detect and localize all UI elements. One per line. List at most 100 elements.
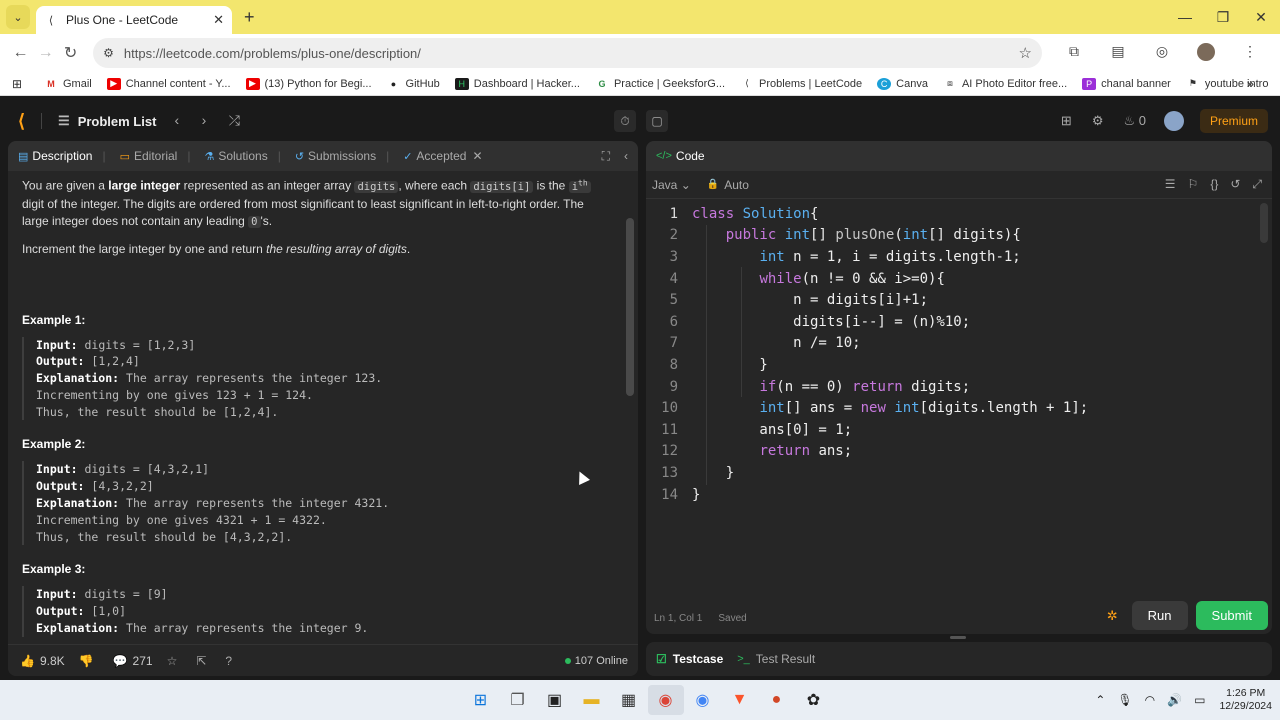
format-icon[interactable]: ☰	[1165, 177, 1176, 192]
code-line[interactable]: 6 digits[i--] = (n)%10;	[646, 311, 1272, 333]
more-menu-icon[interactable]: ⋮	[1228, 43, 1272, 64]
prev-problem-icon[interactable]: ‹	[174, 112, 179, 128]
autocomplete-toggle[interactable]: 🔒 Auto	[707, 178, 749, 192]
leetcode-logo-icon[interactable]: ⟨	[18, 111, 25, 132]
code-editor[interactable]: 1 class Solution{2 public int[] plusOne(i…	[646, 203, 1272, 583]
code-line[interactable]: 10 int[] ans = new int[digits.length + 1…	[646, 397, 1272, 419]
timer-icon[interactable]: ⏱	[614, 110, 636, 132]
bookmark-youtube-intro[interactable]: ⚑ youtube intro	[1186, 78, 1269, 90]
code-line[interactable]: 12 return ans;	[646, 441, 1272, 463]
code-line[interactable]: 9 if(n == 0) return digits;	[646, 376, 1272, 398]
code-line[interactable]: 13 }	[646, 462, 1272, 484]
reset-icon[interactable]: ↺	[1230, 177, 1240, 192]
performance-icon[interactable]: ◎	[1140, 43, 1184, 64]
tab-test-result[interactable]: >_ Test Result	[737, 652, 815, 666]
bookmark-hackerrank[interactable]: H Dashboard | Hacker...	[454, 77, 580, 90]
code-line[interactable]: 11 ans[0] = 1;	[646, 419, 1272, 441]
tab-accepted[interactable]: ✓ Accepted ✕	[403, 149, 482, 163]
more-bookmarks-icon[interactable]: »	[1247, 76, 1254, 91]
shuffle-icon[interactable]: ⤮	[229, 112, 240, 128]
bookmark-star-icon[interactable]: ☆	[1019, 44, 1032, 62]
close-tab-icon[interactable]: ✕	[472, 149, 482, 163]
code-line[interactable]: 7 n /= 10;	[646, 333, 1272, 355]
tab-testcase[interactable]: ☑ Testcase	[656, 652, 723, 666]
clock[interactable]: 1:26 PM 12/29/2024	[1219, 687, 1272, 713]
apps-icon[interactable]: ⊞	[10, 77, 29, 91]
tab-search-button[interactable]: ⌄	[6, 5, 30, 29]
extensions-icon[interactable]: ⧉	[1052, 43, 1096, 64]
chatgpt-icon[interactable]: ✿	[796, 685, 832, 715]
settings-gear-icon[interactable]: ⚙	[1092, 113, 1104, 129]
run-button[interactable]: Run	[1131, 601, 1188, 630]
layout-grid-icon[interactable]: ⊞	[1061, 113, 1072, 129]
user-avatar[interactable]	[1163, 111, 1184, 131]
fullscreen-icon[interactable]: ⤢	[1252, 177, 1262, 192]
notes-icon[interactable]: ▢	[646, 110, 668, 132]
next-problem-icon[interactable]: ›	[202, 112, 207, 128]
premium-button[interactable]: Premium	[1199, 109, 1268, 133]
calculator-icon[interactable]: ▦	[611, 685, 647, 715]
bookmark-icon[interactable]: ⚐	[1188, 177, 1199, 192]
scrollbar-thumb[interactable]	[626, 218, 634, 396]
chrome-icon[interactable]: ◉	[647, 685, 684, 715]
bookmark-github[interactable]: ● GitHub	[387, 78, 440, 90]
code-line[interactable]: 5 n = digits[i]+1;	[646, 289, 1272, 311]
language-select[interactable]: Java ⌄	[652, 178, 691, 192]
bookmark-gmail[interactable]: M Gmail	[44, 78, 91, 90]
new-tab-icon[interactable]: +	[244, 7, 255, 28]
microphone-icon[interactable]: 🎙	[1117, 693, 1132, 707]
help-button[interactable]: ?	[225, 654, 237, 668]
bookmark-python[interactable]: ▶ (13) Python for Begi...	[245, 77, 372, 90]
dislike-button[interactable]: 👎	[79, 654, 99, 668]
bookmark-channel-content[interactable]: ▶ Channel content - Y...	[106, 77, 231, 90]
tab-description[interactable]: ▤ Description |	[18, 149, 106, 163]
code-line[interactable]: 2 public int[] plusOne(int[] digits){	[646, 225, 1272, 247]
restore-icon[interactable]: ❐	[1204, 0, 1242, 34]
minimize-icon[interactable]: —	[1166, 0, 1204, 34]
editor-scrollbar[interactable]	[1260, 203, 1268, 243]
tab-solutions[interactable]: ⚗ Solutions |	[204, 149, 280, 163]
tab-submissions[interactable]: ↺ Submissions |	[295, 149, 389, 163]
task-view-icon[interactable]: ❐	[500, 685, 536, 715]
site-info-icon[interactable]: ⚙	[103, 46, 114, 60]
code-line[interactable]: 1 class Solution{	[646, 203, 1272, 225]
problem-list-button[interactable]: ☰ Problem List	[58, 113, 156, 129]
bookmark-leetcode[interactable]: ⟨ Problems | LeetCode	[740, 78, 862, 90]
comments-button[interactable]: 💬 271	[113, 654, 153, 668]
reload-icon[interactable]: ↻	[58, 43, 83, 63]
code-line[interactable]: 3 int n = 1, i = digits.length-1;	[646, 246, 1272, 268]
powerpoint-icon[interactable]: ●	[759, 685, 795, 715]
favorite-button[interactable]: ☆	[167, 654, 183, 668]
share-button[interactable]: ⇱	[196, 654, 211, 668]
terminal-app-icon[interactable]: ▣	[537, 685, 573, 715]
bookmark-photo-editor[interactable]: ⧈ AI Photo Editor free...	[943, 78, 1067, 90]
bookmark-gfg[interactable]: G Practice | GeeksforG...	[595, 78, 725, 90]
browser-tab[interactable]: ⟨ Plus One - LeetCode ✕	[36, 6, 232, 34]
panel-resize-handle[interactable]	[950, 636, 966, 639]
reading-list-icon[interactable]: ▤	[1096, 43, 1140, 64]
brave-icon[interactable]: ▼	[722, 685, 758, 715]
braces-icon[interactable]: {}	[1210, 177, 1218, 192]
like-button[interactable]: 👍 9.8K	[20, 654, 65, 668]
forward-icon[interactable]: →	[33, 44, 58, 62]
streak-counter[interactable]: ♨ 0	[1123, 113, 1146, 129]
bookmark-canva[interactable]: C Canva	[877, 77, 928, 90]
tab-editorial[interactable]: ▭ Editorial |	[120, 149, 191, 163]
profile-avatar[interactable]	[1184, 42, 1228, 64]
code-line[interactable]: 8 }	[646, 354, 1272, 376]
battery-icon[interactable]: ▭	[1194, 693, 1205, 707]
close-window-icon[interactable]: ✕	[1242, 0, 1280, 34]
code-tab-label[interactable]: Code	[676, 149, 705, 163]
file-explorer-icon[interactable]: ▬	[574, 685, 610, 715]
volume-icon[interactable]: 🔊	[1167, 693, 1182, 707]
collapse-icon[interactable]: ‹	[624, 149, 628, 164]
code-line[interactable]: 4 while(n != 0 && i>=0){	[646, 268, 1272, 290]
code-line[interactable]: 14}	[646, 484, 1272, 506]
wifi-icon[interactable]: ◠	[1145, 693, 1155, 707]
tray-expand-icon[interactable]: ⌃	[1095, 693, 1105, 707]
omnibox[interactable]: ⚙ https://leetcode.com/problems/plus-one…	[93, 38, 1042, 68]
description-scrollbar[interactable]	[626, 174, 634, 639]
submit-button[interactable]: Submit	[1195, 601, 1268, 630]
url-text[interactable]: https://leetcode.com/problems/plus-one/d…	[124, 46, 1019, 61]
bookmark-chanal-banner[interactable]: Pchanal banner	[1082, 77, 1171, 90]
